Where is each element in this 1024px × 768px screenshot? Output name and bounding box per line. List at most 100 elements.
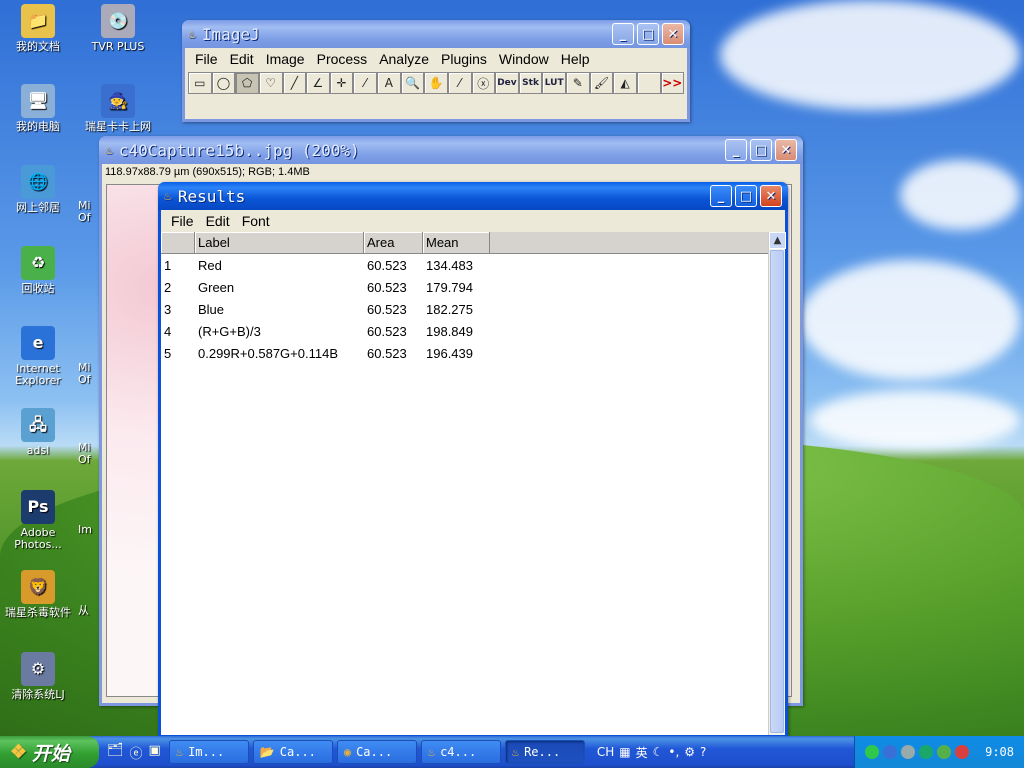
close-button[interactable]: ✕: [662, 23, 684, 45]
table-row[interactable]: 3 Blue 60.523 182.275: [161, 298, 785, 320]
rectangle-tool[interactable]: ▭: [188, 72, 212, 94]
imagej-icon: ♨: [188, 26, 196, 42]
scroll-thumb[interactable]: [770, 250, 784, 733]
point-tool[interactable]: ✛: [329, 72, 354, 94]
shield-icon[interactable]: [955, 745, 970, 759]
angle-tool[interactable]: ∠: [306, 72, 330, 94]
taskbar-button[interactable]: ♨ Re...: [504, 740, 585, 764]
desktop-icon[interactable]: ♻ 回收站: [0, 246, 78, 295]
imagej-window[interactable]: ♨ ImageJ _ □ ✕ File Edit Image Process A…: [182, 20, 690, 122]
menu-plugins[interactable]: Plugins: [435, 51, 493, 67]
antivirus-icon[interactable]: [937, 745, 952, 759]
results-table[interactable]: Label Area Mean 1 Red 60.523 134.483 2 Green 6…: [161, 232, 786, 735]
blank-tool[interactable]: [636, 72, 661, 94]
menu-help[interactable]: Help: [555, 51, 596, 67]
stk-tool[interactable]: Stk: [518, 72, 543, 94]
table-row[interactable]: 2 Green 60.523 179.794: [161, 276, 785, 298]
minimize-button[interactable]: _: [710, 185, 732, 207]
language-bar[interactable]: CH ▦ 英 ☾ •, ⚙ ?: [589, 744, 715, 761]
menu-image[interactable]: Image: [260, 51, 311, 67]
internet-explorer-icon[interactable]: ⓔ: [130, 743, 143, 762]
menu-process[interactable]: Process: [311, 51, 374, 67]
minimize-button[interactable]: _: [725, 139, 747, 161]
flood-fill-tool[interactable]: ◭: [613, 72, 637, 94]
desktop-icon[interactable]: 🌐 网上邻居: [0, 165, 78, 214]
close-button[interactable]: ✕: [760, 185, 782, 207]
menu-edit[interactable]: Edit: [224, 51, 260, 67]
column-header-area[interactable]: Area: [364, 232, 423, 253]
punctuation-icon[interactable]: •,: [668, 745, 679, 759]
table-row[interactable]: 5 0.299R+0.587G+0.114B 60.523 196.439: [161, 342, 785, 364]
desktop-icon[interactable]: e Internet Explorer: [0, 326, 78, 387]
taskbar: ❖ 开始 🗂 ⓔ ▣ ♨ Im... 📂 Ca... ◉ Ca... ♨ c4... ♨ Re..…: [0, 736, 1024, 768]
imagej-titlebar[interactable]: ♨ ImageJ _ □ ✕: [182, 20, 690, 48]
volume-icon[interactable]: [901, 745, 916, 759]
table-cell: 4: [164, 323, 172, 339]
menu-edit[interactable]: Edit: [200, 213, 236, 229]
dev-tool[interactable]: Dev: [495, 72, 519, 94]
scroll-up-icon[interactable]: ▲: [769, 232, 786, 249]
keyboard-icon[interactable]: ▦: [619, 745, 630, 759]
magnifier-tool[interactable]: 🔍: [400, 72, 425, 94]
taskbar-button[interactable]: ◉ Ca...: [336, 740, 417, 764]
ime-tools-icon[interactable]: ⚙: [684, 745, 695, 759]
table-cell: 60.523: [367, 323, 407, 339]
desktop-icon-label: 瑞星杀毒软件: [5, 606, 71, 619]
results-titlebar[interactable]: ♨ Results _ □ ✕: [158, 182, 788, 210]
desktop-icon[interactable]: 🖥 我的电脑: [0, 84, 78, 133]
table-cell: Green: [198, 279, 235, 295]
taskbar-button[interactable]: ♨ Im...: [168, 740, 249, 764]
freehand-tool[interactable]: ♡: [258, 72, 283, 94]
table-row[interactable]: 1 Red 60.523 134.483: [161, 254, 785, 276]
results-window[interactable]: ♨ Results _ □ ✕ File Edit Font Label Are…: [158, 182, 788, 738]
desktop-icon[interactable]: Ps Adobe Photos...: [0, 490, 78, 551]
desktop-icon[interactable]: ⚙ 清除系统LJ: [0, 652, 78, 701]
more-tools[interactable]: >>: [660, 72, 685, 94]
desktop-icon-label: 我的文档: [16, 40, 60, 53]
menu-file[interactable]: File: [165, 213, 200, 229]
erase-tool[interactable]: ⓧ: [471, 72, 496, 94]
desktop-icon[interactable]: 🦁 瑞星杀毒软件: [0, 570, 78, 619]
taskbar-button[interactable]: ♨ c4...: [420, 740, 501, 764]
clock[interactable]: 9:08: [985, 745, 1014, 759]
maximize-button[interactable]: □: [750, 139, 772, 161]
text-tool[interactable]: A: [377, 72, 401, 94]
language-indicator[interactable]: CH: [597, 745, 614, 759]
wand-tool[interactable]: ⁄: [353, 72, 377, 94]
network-icon[interactable]: [865, 745, 880, 759]
menu-analyze[interactable]: Analyze: [373, 51, 435, 67]
desktop-icon[interactable]: 🖧 adsl: [0, 408, 78, 457]
column-header-index[interactable]: [161, 232, 195, 253]
polygon-tool[interactable]: ⬠: [235, 72, 259, 94]
minimize-button[interactable]: _: [612, 23, 634, 45]
umbrella-icon[interactable]: [919, 745, 934, 759]
show-desktop-icon[interactable]: 🗂: [107, 743, 124, 762]
moon-icon[interactable]: ☾: [653, 745, 664, 759]
security-icon[interactable]: [883, 745, 898, 759]
menu-window[interactable]: Window: [493, 51, 555, 67]
menu-font[interactable]: Font: [236, 213, 276, 229]
line-tool[interactable]: ╱: [282, 72, 307, 94]
menu-file[interactable]: File: [189, 51, 224, 67]
desktop-icon[interactable]: 📁 我的文档: [0, 4, 78, 53]
column-header-mean[interactable]: Mean: [423, 232, 490, 253]
brush-tool[interactable]: 🖌: [589, 72, 614, 94]
imagej-icon: ♨: [105, 142, 113, 158]
oval-tool[interactable]: ◯: [211, 72, 236, 94]
start-button[interactable]: ❖ 开始: [0, 736, 99, 768]
hand-tool[interactable]: ✋: [424, 72, 448, 94]
maximize-button[interactable]: □: [735, 185, 757, 207]
help-icon[interactable]: ?: [700, 745, 706, 759]
pencil-tool[interactable]: ✎: [566, 72, 590, 94]
close-button[interactable]: ✕: [775, 139, 797, 161]
table-row[interactable]: 4 (R+G+B)/3 60.523 198.849: [161, 320, 785, 342]
dropper-tool[interactable]: ⁄: [447, 72, 472, 94]
lut-tool[interactable]: LUT: [542, 72, 566, 94]
vertical-scrollbar[interactable]: ▲: [768, 232, 786, 735]
maximize-button[interactable]: □: [637, 23, 659, 45]
image-titlebar[interactable]: ♨ c40Capture15b..jpg (200%) _ □ ✕: [99, 136, 803, 164]
column-header-label[interactable]: Label: [195, 232, 364, 253]
taskbar-button[interactable]: 📂 Ca...: [252, 740, 333, 764]
media-player-icon[interactable]: ▣: [149, 743, 161, 762]
ime-mode[interactable]: 英: [636, 744, 648, 761]
